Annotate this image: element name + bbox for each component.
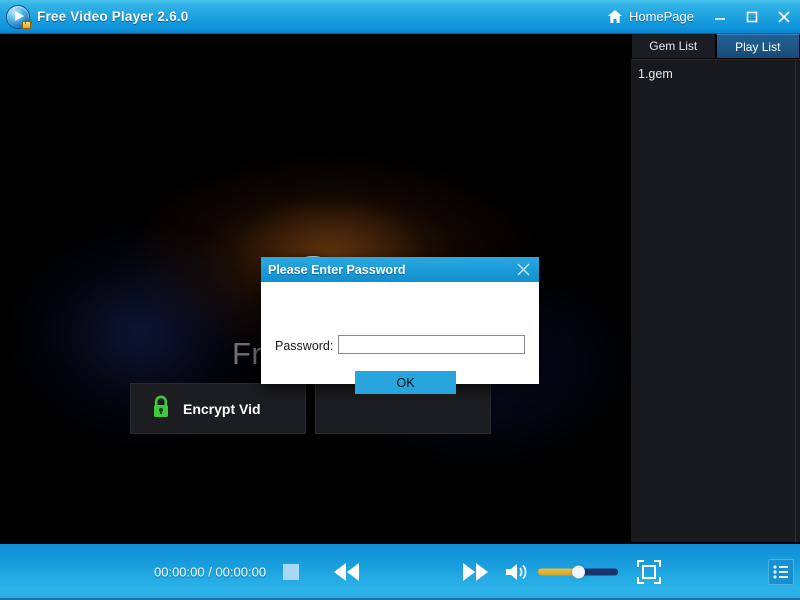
tab-play-list-label: Play List [735,39,781,54]
green-lock-icon [151,395,171,422]
fast-forward-button[interactable] [460,559,490,585]
homepage-button[interactable]: HomePage [597,0,704,34]
panel-divider [795,61,796,542]
tab-play-list[interactable]: Play List [715,34,800,59]
timecode-display: 00:00:00 / 00:00:00 [154,564,267,580]
panel-tabs: Gem List Play List [631,34,800,59]
encrypt-video-button[interactable]: Encrypt Vid [130,383,306,434]
title-bar: Free Video Player 2.6.0 HomePage [0,0,800,34]
rewind-button[interactable] [332,559,362,585]
playlist-toggle-button[interactable] [768,559,794,585]
stop-button[interactable] [281,562,301,582]
dialog-body: Password: OK [261,282,539,394]
dialog-title-bar: Please Enter Password [261,257,539,282]
player-control-bar: 00:00:00 / 00:00:00 [0,542,800,600]
password-dialog: Please Enter Password Password: OK [261,257,539,394]
list-item-label: 1.gem [638,67,673,81]
minimize-button[interactable] [704,0,736,34]
home-icon [607,9,623,24]
encrypt-video-label: Encrypt Vid [183,400,261,417]
playlist-container[interactable]: 1.gem [631,59,800,542]
homepage-label: HomePage [628,9,694,24]
dialog-close-button[interactable] [513,259,533,279]
maximize-button[interactable] [736,0,768,34]
play-triangle-icon [15,11,24,21]
titlebar-right-controls: HomePage [597,0,800,34]
lock-badge-icon [22,18,32,29]
tab-gem-list-label: Gem List [649,39,698,53]
password-input[interactable] [338,335,525,354]
close-button[interactable] [768,0,800,34]
password-label: Password: [275,339,334,353]
dialog-title: Please Enter Password [268,262,406,277]
volume-knob[interactable] [572,565,585,579]
application-window: Free Video Player 2.6.0 HomePage Encrypt… [0,0,800,600]
window-title: Free Video Player 2.6.0 [37,9,189,24]
ok-button[interactable]: OK [355,371,456,394]
side-panel: Gem List Play List 1.gem [630,34,800,542]
play-circle-lock-icon [7,5,32,29]
list-item[interactable]: 1.gem [631,65,800,83]
volume-button[interactable] [503,560,531,584]
tab-gem-list[interactable]: Gem List [631,34,716,59]
fullscreen-button[interactable] [635,558,663,586]
volume-slider[interactable] [538,565,618,579]
